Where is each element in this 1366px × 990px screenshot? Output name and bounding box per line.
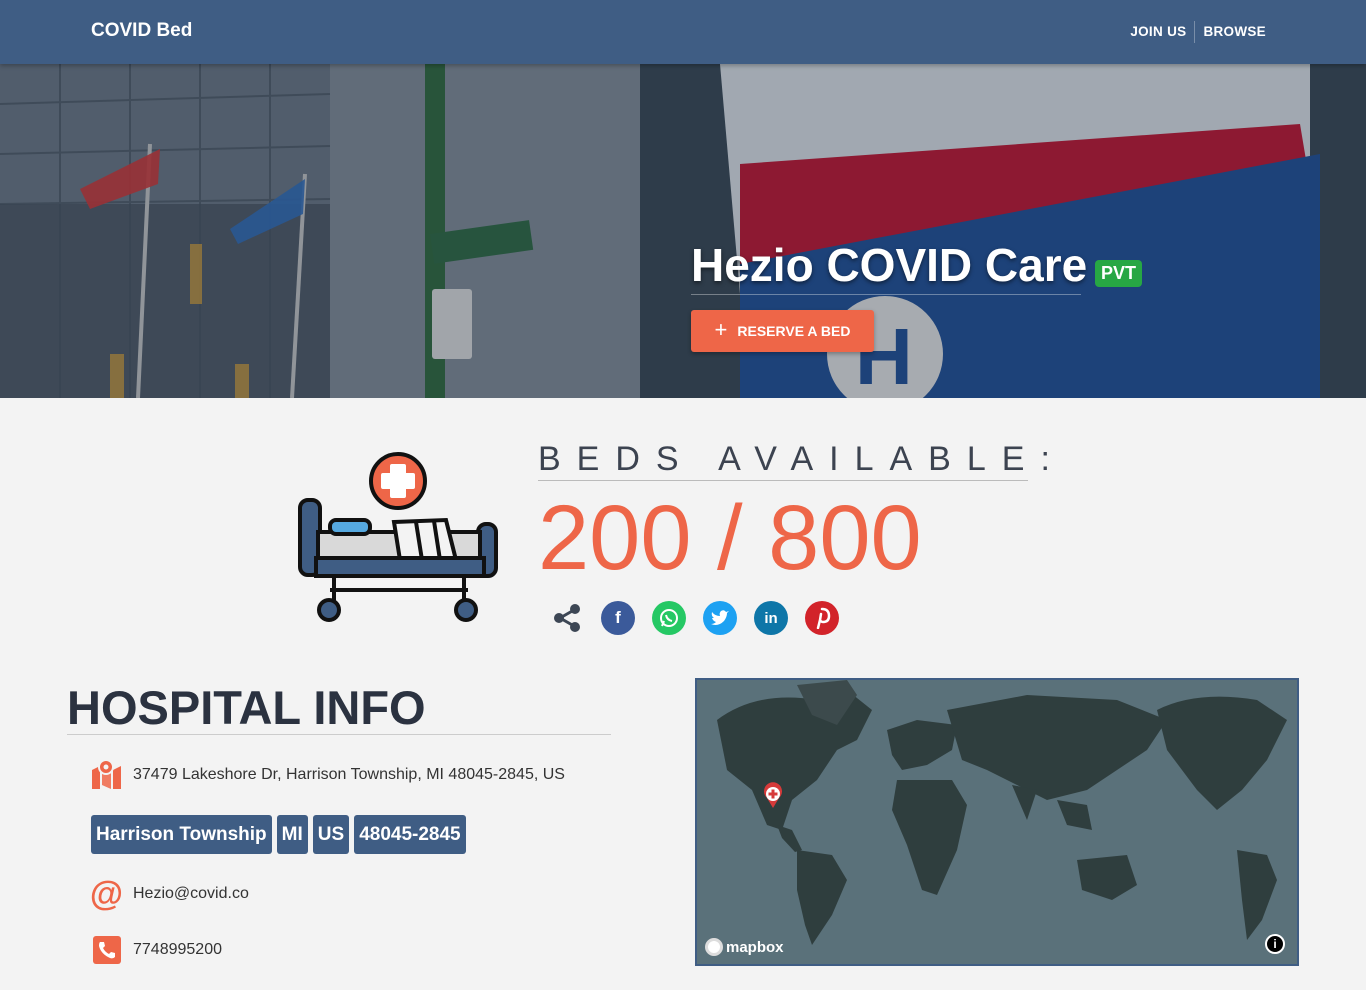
facebook-share-button[interactable]: f	[601, 601, 635, 635]
info-icon: i	[1273, 937, 1277, 951]
linkedin-icon: in	[764, 609, 778, 627]
facebook-icon: f	[615, 608, 621, 627]
map-info-button[interactable]: i	[1265, 934, 1285, 954]
hero-background-image: H	[0, 64, 1366, 398]
beds-available-label: BEDS AVAILABLE:	[538, 440, 1066, 478]
mapbox-attribution[interactable]: mapbox	[705, 938, 784, 956]
location-map[interactable]: mapbox i	[695, 678, 1299, 966]
reserve-bed-button[interactable]: + RESERVE A BED	[691, 310, 874, 352]
beds-label-divider	[538, 480, 1028, 481]
pinterest-icon	[816, 607, 831, 629]
email-row: @ Hezio@covid.co	[89, 874, 249, 913]
address-row: 37479 Lakeshore Dr, Harrison Township, M…	[90, 758, 565, 791]
nav-browse[interactable]: BROWSE	[1194, 21, 1274, 43]
reserve-bed-label: RESERVE A BED	[737, 323, 851, 339]
beds-available-count: 200 / 800	[538, 487, 922, 589]
zip-tag: 48045-2845	[354, 815, 466, 854]
country-tag: US	[312, 815, 350, 854]
linkedin-share-button[interactable]: in	[754, 601, 788, 635]
nav-links: JOIN US BROWSE	[1122, 0, 1274, 64]
whatsapp-icon	[660, 609, 678, 627]
city-tag: Harrison Township	[91, 815, 272, 854]
twitter-icon	[711, 610, 729, 625]
plus-icon: +	[714, 317, 728, 342]
at-sign-icon: @	[89, 874, 124, 913]
mapbox-logo-icon	[705, 938, 723, 956]
map-pin-icon	[90, 758, 123, 791]
state-tag: MI	[276, 815, 308, 854]
share-icon[interactable]	[550, 601, 584, 635]
hospital-info-title: HOSPITAL INFO	[67, 681, 426, 734]
share-buttons: f in	[550, 600, 839, 636]
location-tags: Harrison Township MI US 48045-2845	[91, 815, 466, 854]
twitter-share-button[interactable]	[703, 601, 737, 635]
pinterest-share-button[interactable]	[805, 601, 839, 635]
hero-title-divider	[691, 294, 1081, 295]
hospital-name: Hezio COVID Care	[691, 239, 1088, 291]
hero-banner: H Hezio COVID Care PVT + RESERVE A BED	[0, 64, 1366, 398]
email-text[interactable]: Hezio@covid.co	[133, 885, 249, 903]
hospital-bed-icon	[298, 452, 498, 622]
brand-logo[interactable]: COVID Bed	[91, 20, 192, 42]
mapbox-label: mapbox	[726, 938, 784, 956]
whatsapp-share-button[interactable]	[652, 601, 686, 635]
nav-join-us[interactable]: JOIN US	[1122, 21, 1194, 43]
navbar: COVID Bed JOIN US BROWSE	[0, 0, 1366, 64]
phone-icon	[90, 933, 123, 966]
hospital-info-divider	[67, 734, 611, 735]
hospital-type-badge: PVT	[1095, 260, 1143, 287]
world-map	[717, 680, 1287, 945]
address-text: 37479 Lakeshore Dr, Harrison Township, M…	[133, 765, 565, 783]
phone-row: 7748995200	[90, 933, 222, 966]
phone-text[interactable]: 7748995200	[133, 941, 222, 959]
